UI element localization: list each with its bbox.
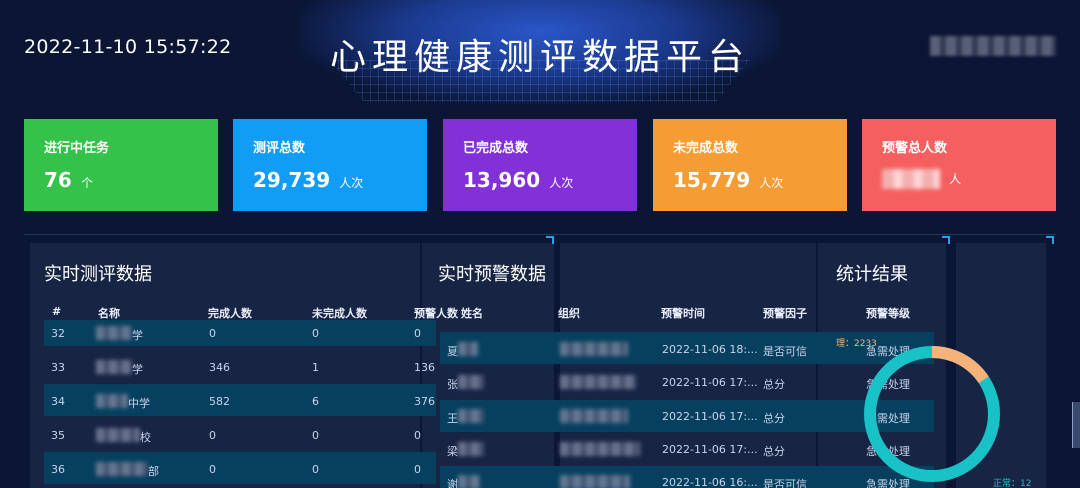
blurred-name: [458, 375, 484, 389]
cell-time: 2022-11-06 16:...: [662, 476, 758, 488]
card-incomplete-total: 未完成总数 15,779 人次: [653, 119, 847, 211]
datetime-display: 2022-11-10 15:57:22: [24, 36, 232, 58]
cell-done: 582: [209, 395, 230, 408]
cell-undone: 0: [312, 463, 319, 476]
page-title: 心理健康测评数据平台: [329, 37, 750, 78]
cell-time: 2022-11-06 18:...: [662, 343, 758, 356]
card-label: 预警总人数: [882, 141, 948, 156]
cell-factor: 总分: [763, 445, 785, 458]
blurred-name: [458, 409, 484, 423]
cell-person-name: 谢: [447, 478, 458, 488]
cell-index: 33: [51, 361, 65, 374]
blurred-name: [96, 428, 140, 442]
scrollbar-handle[interactable]: [1072, 402, 1080, 448]
card-ongoing-tasks: 进行中任务 76 个: [24, 119, 218, 211]
card-value: 76: [44, 168, 72, 192]
cell-name: 学: [132, 329, 143, 342]
stats-donut-chart[interactable]: [856, 336, 1016, 488]
blurred-org: [560, 409, 628, 423]
cell-time: 2022-11-06 17:...: [662, 410, 758, 423]
card-unit: 人次: [759, 176, 784, 190]
cell-warn: 376: [414, 395, 435, 408]
corner-decoration: [546, 236, 554, 244]
cell-name: 中学: [128, 397, 150, 410]
col-header-warning: 预警人数: [414, 307, 458, 320]
cell-undone: 6: [312, 395, 319, 408]
cell-done: 346: [209, 361, 230, 374]
col-header-name: 名称: [98, 307, 120, 320]
card-value: 13,960: [463, 168, 541, 192]
col-header-person-name: 姓名: [461, 307, 483, 320]
cell-time: 2022-11-06 17:...: [662, 376, 758, 389]
card-unit: 个: [80, 176, 93, 190]
user-info-blurred[interactable]: [930, 36, 1056, 56]
cell-factor: 是否可信: [763, 478, 807, 488]
blurred-org: [560, 342, 628, 356]
donut-label-normal: 正常：12: [993, 479, 1032, 488]
col-header-org: 组织: [558, 307, 580, 320]
donut-label-warning: 理：2233: [836, 339, 877, 349]
card-label: 进行中任务: [44, 141, 110, 156]
warn-section-title: 实时预警数据: [438, 264, 546, 285]
cell-undone: 0: [312, 429, 319, 442]
cell-index: 34: [51, 395, 65, 408]
col-header-factor: 预警因子: [763, 307, 807, 320]
cell-person-name: 梁: [447, 445, 458, 458]
cell-index: 36: [51, 463, 65, 476]
cell-done: 0: [209, 429, 216, 442]
card-value: 15,779: [673, 168, 751, 192]
cell-time: 2022-11-06 17:...: [662, 443, 758, 456]
card-warning-total: 预警总人数 人: [862, 119, 1056, 211]
cell-name: 部: [148, 465, 159, 478]
cell-warn: 0: [414, 327, 421, 340]
cell-warn: 0: [414, 429, 421, 442]
blurred-name: [458, 442, 484, 456]
cell-index: 35: [51, 429, 65, 442]
cell-person-name: 张: [447, 378, 458, 391]
card-total-evaluations: 测评总数 29,739 人次: [233, 119, 427, 211]
blurred-value: [882, 168, 940, 189]
card-completed-total: 已完成总数 13,960 人次: [443, 119, 637, 211]
corner-decoration: [1046, 236, 1054, 244]
blurred-org: [560, 375, 636, 389]
eval-section-title: 实时测评数据: [44, 264, 152, 285]
cell-factor: 总分: [763, 412, 785, 425]
cell-name: 校: [140, 431, 151, 444]
blurred-name: [96, 326, 132, 340]
cell-done: 0: [209, 463, 216, 476]
blurred-name: [96, 462, 148, 476]
blurred-name: [458, 342, 478, 356]
cell-factor: 总分: [763, 378, 785, 391]
blurred-name: [96, 360, 132, 374]
card-value: 29,739: [253, 168, 331, 192]
cell-person-name: 夏: [447, 345, 458, 358]
blurred-org: [560, 475, 630, 488]
cell-factor: 是否可信: [763, 345, 807, 358]
cell-warn: 0: [414, 463, 421, 476]
cell-undone: 0: [312, 327, 319, 340]
blurred-org: [560, 442, 640, 456]
cell-person-name: 王: [447, 412, 458, 425]
cell-name: 学: [132, 363, 143, 376]
cell-index: 32: [51, 327, 65, 340]
blurred-name: [96, 394, 128, 408]
cell-warn: 136: [414, 361, 435, 374]
cell-done: 0: [209, 327, 216, 340]
corner-decoration: [942, 236, 950, 244]
card-label: 测评总数: [253, 141, 306, 156]
col-header-level: 预警等级: [866, 307, 910, 320]
card-label: 已完成总数: [463, 141, 529, 156]
stats-section-title: 统计结果: [836, 264, 908, 285]
card-unit: 人次: [339, 176, 364, 190]
card-unit: 人: [949, 172, 962, 186]
card-unit: 人次: [549, 176, 574, 190]
col-header-time: 预警时间: [661, 307, 705, 320]
col-header-index: #: [52, 305, 62, 318]
cell-undone: 1: [312, 361, 319, 374]
card-label: 未完成总数: [673, 141, 739, 156]
col-header-done: 完成人数: [208, 307, 252, 320]
blurred-name: [458, 475, 480, 488]
col-header-undone: 未完成人数: [312, 307, 367, 320]
